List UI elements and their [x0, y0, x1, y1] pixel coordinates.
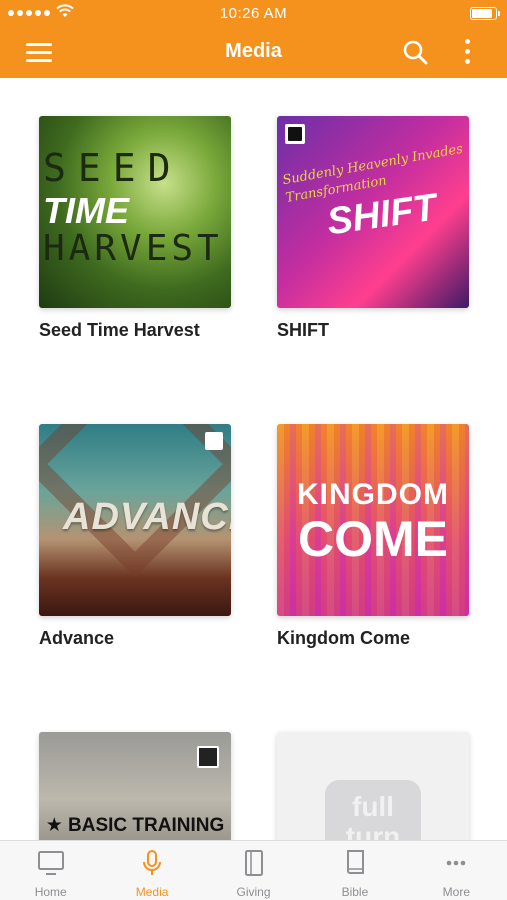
media-card-basic-training[interactable]: ★ BASIC TRAINING ★	[39, 732, 231, 840]
media-title: SHIFT	[277, 320, 329, 340]
tab-label: More	[442, 885, 470, 899]
tab-label: Home	[34, 885, 67, 899]
microphone-icon	[143, 850, 162, 875]
book-icon	[346, 850, 364, 874]
tab-giving[interactable]: Giving	[203, 841, 304, 900]
tab-home[interactable]: Home	[0, 841, 101, 900]
media-card-advance[interactable]: ADVANCE Advance	[39, 424, 231, 649]
battery-icon	[470, 7, 500, 20]
status-bar: 10:26 AM	[0, 0, 507, 28]
media-card-full-turn[interactable]: full turn	[277, 732, 469, 840]
ellipsis-icon	[447, 860, 466, 866]
art-text: HARVEST	[43, 228, 223, 269]
page-title: Media	[225, 40, 282, 62]
more-vertical-icon[interactable]	[457, 38, 477, 66]
tab-label: Media	[135, 885, 169, 899]
status-time: 10:26 AM	[219, 5, 288, 22]
media-grid: SEED TIME HARVEST Seed Time Harvest Sudd…	[0, 78, 507, 840]
monitor-icon	[37, 851, 64, 875]
media-thumbnail: SEED TIME HARVEST	[39, 116, 231, 308]
tab-more[interactable]: More	[406, 841, 507, 900]
church-logo-icon	[285, 124, 305, 144]
art-text: TIME	[43, 190, 129, 231]
nav-bar: Media	[0, 28, 507, 78]
media-thumbnail: ADVANCE	[39, 424, 231, 616]
art-text: SEED	[43, 146, 183, 190]
tab-bar: Home Media Giving Bible More	[0, 840, 507, 900]
art-text: COME	[298, 511, 448, 567]
media-title: Kingdom Come	[277, 628, 410, 648]
tablet-icon	[244, 850, 263, 876]
media-title: Seed Time Harvest	[39, 320, 200, 340]
tab-media[interactable]: Media	[101, 841, 202, 900]
media-title: Advance	[39, 628, 115, 648]
art-text: full turn	[345, 791, 401, 841]
church-logo-icon	[197, 746, 219, 768]
media-card-kingdom-come[interactable]: KINGDOM COME Kingdom Come	[277, 424, 469, 649]
full-turn-logo-icon: full turn	[325, 780, 421, 840]
top-bar: 10:26 AM Media	[0, 0, 507, 78]
tab-bible[interactable]: Bible	[304, 841, 405, 900]
media-thumbnail: ★ BASIC TRAINING ★	[39, 732, 231, 840]
tab-label: Giving	[236, 885, 271, 899]
tab-label: Bible	[341, 885, 369, 899]
media-thumbnail: Suddenly Heavenly Invades Transformation…	[277, 116, 469, 308]
media-card-seed-time-harvest[interactable]: SEED TIME HARVEST Seed Time Harvest	[39, 116, 231, 341]
art-text: ★ BASIC TRAINING ★	[45, 815, 225, 840]
art-text: ADVANCE	[63, 496, 231, 538]
media-thumbnail: full turn	[277, 732, 469, 840]
media-card-shift[interactable]: Suddenly Heavenly Invades Transformation…	[277, 116, 469, 341]
art-text: KINGDOM	[297, 478, 449, 511]
church-logo-icon	[205, 432, 223, 450]
media-thumbnail: KINGDOM COME	[277, 424, 469, 616]
search-icon[interactable]	[402, 39, 428, 65]
